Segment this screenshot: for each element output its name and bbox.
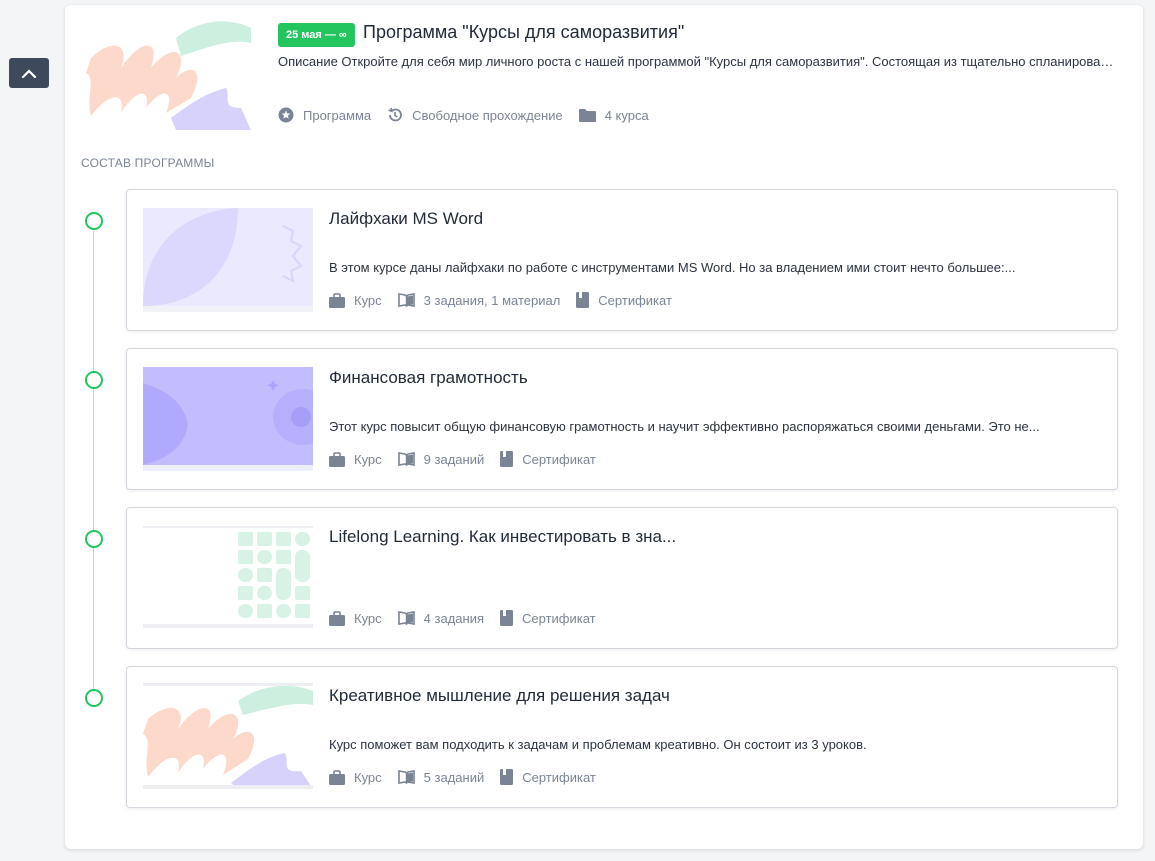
- program-description: Описание Откройте для себя мир личного р…: [278, 54, 1118, 69]
- folder-icon: [578, 109, 596, 122]
- course-title: Финансовая грамотность: [329, 368, 528, 387]
- book-icon: [397, 452, 415, 466]
- program-type: Программа: [278, 107, 371, 123]
- course-thumbnail: [143, 206, 313, 312]
- course-certificate-label: Сертификат: [522, 610, 596, 626]
- briefcase-icon: [329, 610, 345, 626]
- bookmark-icon: [576, 292, 590, 308]
- course-type-label: Курс: [354, 610, 382, 626]
- course-tasks: 4 задания: [397, 610, 484, 626]
- briefcase-icon: [329, 769, 345, 785]
- course-tasks-label: 4 задания: [423, 610, 484, 626]
- course-card[interactable]: Финансовая грамотность Этот курс повысит…: [126, 348, 1118, 490]
- course-certificate: Сертификат: [500, 610, 596, 626]
- course-title: Лайфхаки MS Word: [329, 209, 484, 228]
- date-badge: 25 мая — ∞: [278, 23, 355, 47]
- course-meta: Курс 3 задания, 1 материал Сертификат: [329, 292, 688, 308]
- course-type: Курс: [329, 770, 382, 785]
- program-title: Программа "Курсы для саморазвития": [363, 22, 685, 42]
- program-meta: Программа Свободное прохождение 4 курса: [278, 107, 665, 123]
- course-card[interactable]: Креативное мышление для решения задач Ку…: [126, 666, 1118, 808]
- section-label: СОСТАВ ПРОГРАММЫ: [81, 156, 215, 170]
- program-mode: Свободное прохождение: [387, 107, 563, 123]
- star-icon: [278, 107, 294, 123]
- course-certificate-label: Сертификат: [598, 292, 672, 308]
- book-icon: [397, 293, 415, 307]
- course-type-label: Курс: [354, 292, 382, 308]
- course-type: Курс: [329, 293, 382, 308]
- course-description: Курс поможет вам подходить к задачам и п…: [329, 737, 867, 752]
- course-title: Креативное мышление для решения задач: [329, 686, 670, 705]
- course-meta: Курс 4 задания Сертификат: [329, 610, 612, 626]
- course-certificate-label: Сертификат: [522, 769, 596, 785]
- course-thumbnail: [143, 683, 313, 789]
- briefcase-icon: [329, 292, 345, 308]
- scroll-to-top-button[interactable]: [9, 58, 49, 88]
- timeline-dot: [85, 689, 103, 707]
- course-type: Курс: [329, 611, 382, 626]
- course-certificate: Сертификат: [500, 769, 596, 785]
- timeline-dot: [85, 212, 103, 230]
- course-description: В этом курсе даны лайфхаки по работе с и…: [329, 260, 1016, 275]
- course-certificate: Сертификат: [576, 292, 672, 308]
- book-icon: [397, 611, 415, 625]
- course-tasks: 9 заданий: [397, 451, 485, 467]
- program-type-label: Программа: [303, 107, 372, 123]
- program-thumbnail: [81, 18, 251, 130]
- bookmark-icon: [500, 610, 513, 626]
- program-count-label: 4 курса: [604, 107, 649, 123]
- course-type-label: Курс: [354, 769, 382, 785]
- course-tasks-label: 9 заданий: [423, 451, 485, 467]
- program-mode-label: Свободное прохождение: [412, 107, 563, 123]
- book-icon: [397, 770, 415, 784]
- timeline-dot: [85, 530, 103, 548]
- course-meta: Курс 5 заданий Сертификат: [329, 769, 612, 785]
- course-thumbnail: [143, 365, 313, 471]
- timeline-dot: [85, 371, 103, 389]
- course-type-label: Курс: [354, 451, 382, 467]
- course-description: Этот курс повысит общую финансовую грамо…: [329, 419, 1040, 434]
- program-course-count: 4 курса: [578, 107, 649, 123]
- bookmark-icon: [500, 769, 514, 785]
- timeline-line: [93, 231, 94, 693]
- course-certificate-label: Сертификат: [522, 451, 596, 467]
- course-title: Lifelong Learning. Как инвестировать в з…: [329, 527, 677, 546]
- course-card[interactable]: Лайфхаки MS Word В этом курсе даны лайфх…: [126, 189, 1118, 331]
- course-tasks: 5 заданий: [397, 769, 485, 785]
- course-tasks-label: 3 задания, 1 материал: [423, 292, 561, 308]
- course-tasks-label: 5 заданий: [423, 769, 485, 785]
- chevron-up-icon: [21, 69, 37, 78]
- course-card[interactable]: Lifelong Learning. Как инвестировать в з…: [126, 507, 1118, 649]
- briefcase-icon: [329, 451, 345, 467]
- program-card: 25 мая — ∞ Программа "Курсы для саморазв…: [65, 5, 1143, 849]
- course-meta: Курс 9 заданий Сертификат: [329, 451, 612, 467]
- bookmark-icon: [500, 451, 514, 467]
- course-certificate: Сертификат: [500, 451, 596, 467]
- course-tasks: 3 задания, 1 материал: [397, 292, 561, 308]
- history-icon: [388, 107, 403, 122]
- course-type: Курс: [329, 452, 382, 467]
- course-thumbnail: [143, 524, 313, 630]
